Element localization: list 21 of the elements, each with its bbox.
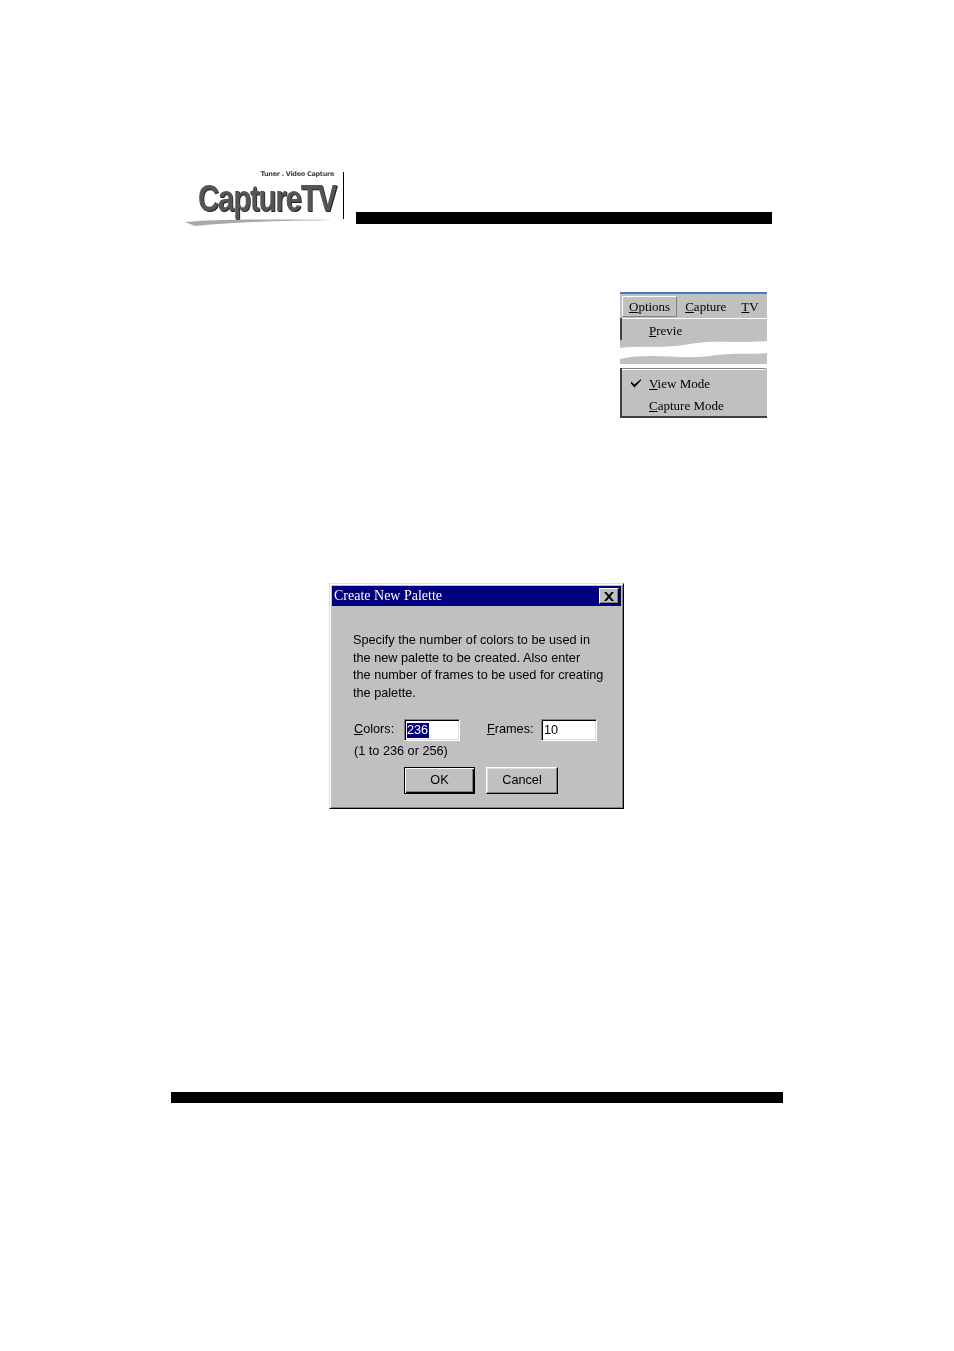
menu-item[interactable]: Previe bbox=[622, 320, 767, 340]
menu-bar-item[interactable]: Options bbox=[622, 295, 678, 317]
dialog-button[interactable]: Cancel bbox=[486, 766, 558, 794]
menu-bar-item[interactable]: Capture bbox=[678, 295, 734, 317]
menu-item[interactable]: View Mode bbox=[622, 372, 767, 394]
dialog-title: Create New Palette bbox=[334, 587, 443, 605]
dialog-message: Specify the number of colors to be used in the new palette to be created. Also enter the number of frames to be used for creating the palette. bbox=[353, 632, 604, 702]
logo-wordmark: CaptureTV bbox=[197, 179, 338, 219]
input-field[interactable]: 10 bbox=[541, 719, 597, 741]
input-field[interactable]: 236 bbox=[404, 719, 460, 741]
menu-item[interactable]: Capture Mode bbox=[622, 394, 767, 416]
field-value: 10 bbox=[544, 722, 560, 738]
menu-bar-item[interactable]: TV bbox=[734, 295, 766, 317]
field-label: Frames: bbox=[486, 721, 535, 739]
selected-text: 236 bbox=[407, 722, 430, 738]
range-hint: (1 to 236 or 256) bbox=[353, 743, 448, 760]
field-label: Colors: bbox=[353, 721, 396, 739]
default-button[interactable]: OK bbox=[404, 766, 475, 794]
close-icon bbox=[604, 591, 614, 601]
check-icon bbox=[630, 378, 641, 388]
close-button[interactable] bbox=[599, 588, 619, 604]
